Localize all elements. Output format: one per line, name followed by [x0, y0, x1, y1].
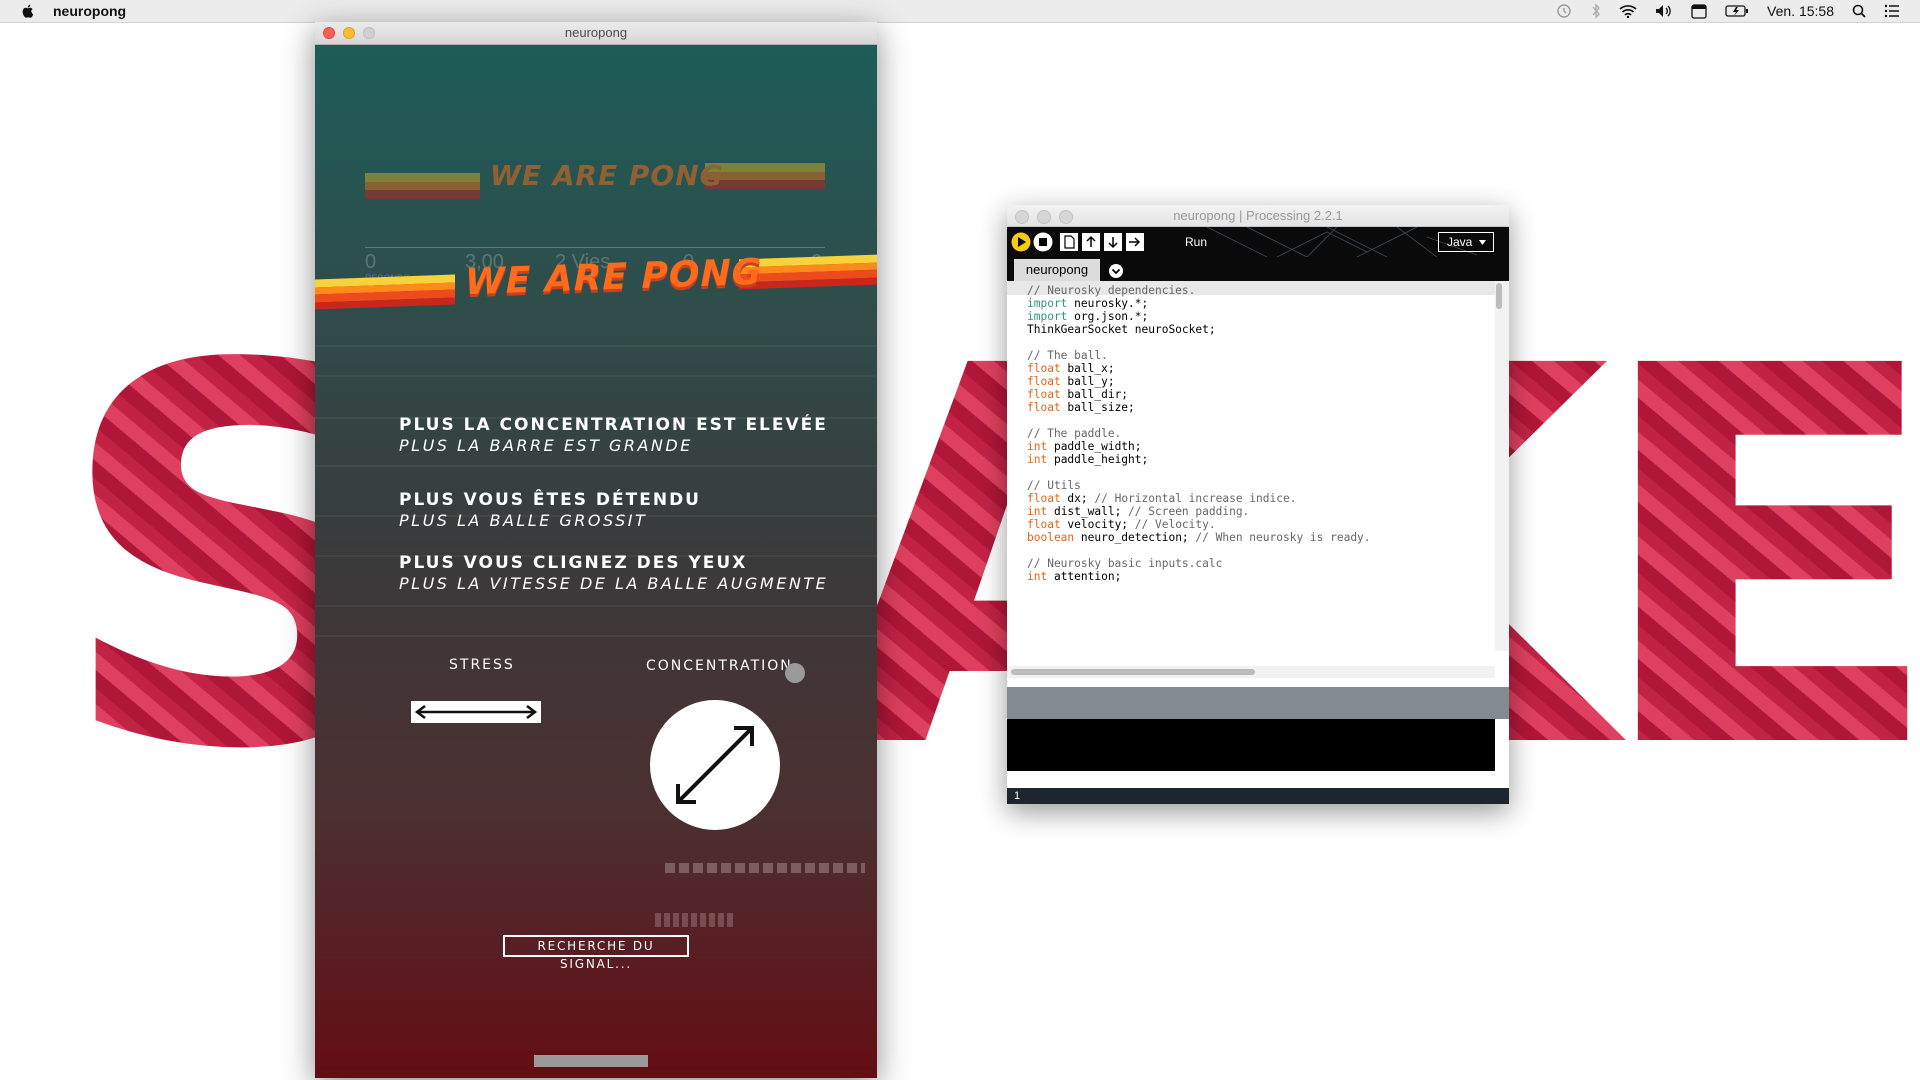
game-logo: WE ARE PONG [315, 251, 877, 315]
time-machine-icon[interactable] [1555, 3, 1573, 19]
code-line[interactable] [1027, 543, 1371, 556]
zoom-button[interactable] [1059, 210, 1073, 224]
ghost-bars-small [655, 913, 735, 927]
mode-selector[interactable]: Java [1438, 232, 1494, 252]
processing-titlebar[interactable]: neuropong | Processing 2.2.1 [1007, 205, 1509, 227]
ghost-bars [665, 863, 865, 873]
mode-selector-value: Java [1447, 235, 1473, 249]
code-line[interactable]: float ball_dir; [1027, 387, 1371, 401]
vertical-scrollbar[interactable] [1496, 283, 1502, 309]
close-button[interactable] [1015, 210, 1029, 224]
code-text[interactable]: // Neurosky dependencies. import neurosky… [1027, 283, 1371, 583]
open-icon[interactable] [1081, 232, 1101, 252]
code-line[interactable]: int paddle_height; [1027, 452, 1371, 466]
rule-3: PLUS VOUS CLIGNEZ DES YEUX PLUS LA VITES… [399, 553, 828, 593]
code-line[interactable]: float velocity; // Velocity. [1027, 517, 1371, 531]
console[interactable] [1007, 719, 1495, 771]
rule-2: PLUS VOUS ÊTES DÉTENDU PLUS LA BALLE GRO… [399, 490, 701, 530]
chevron-down-icon [1111, 268, 1121, 275]
code-editor[interactable]: // Neurosky dependencies. import neurosky… [1007, 281, 1509, 651]
zoom-button[interactable] [363, 27, 375, 39]
code-line[interactable]: // Neurosky dependencies. [1027, 283, 1371, 297]
concentration-gauge [650, 700, 780, 830]
concentration-indicator-dot [785, 663, 805, 683]
stress-gauge [411, 701, 541, 723]
tab-neuropong[interactable]: neuropong [1014, 259, 1100, 281]
dropdown-arrow-icon [1479, 240, 1486, 245]
rule-2-main: PLUS VOUS ÊTES DÉTENDU [399, 490, 701, 510]
code-line[interactable]: // The paddle. [1027, 426, 1371, 440]
wifi-icon[interactable] [1619, 4, 1637, 18]
code-line[interactable]: ThinkGearSocket neuroSocket; [1027, 322, 1371, 336]
processing-toolbar: Run Java [1007, 227, 1509, 257]
console-scrollbar[interactable] [1495, 719, 1509, 771]
minimize-button[interactable] [343, 27, 355, 39]
code-line[interactable]: float ball_x; [1027, 361, 1371, 375]
apple-icon[interactable] [20, 3, 36, 19]
line-status: 1 [1007, 788, 1509, 804]
spotlight-search-icon[interactable] [1852, 4, 1866, 18]
rule-1-sub: PLUS LA BARRE EST GRANDE [399, 436, 693, 455]
code-line[interactable]: float dx; // Horizontal increase indice. [1027, 491, 1371, 505]
code-line[interactable]: // Utils [1027, 478, 1371, 492]
stop-icon[interactable] [1033, 232, 1053, 252]
code-line[interactable]: // The ball. [1027, 348, 1371, 362]
processing-tab-bar: neuropong [1007, 257, 1509, 281]
diagonal-arrow-icon [676, 726, 754, 804]
ghost-logo-text: WE ARE PONG [490, 159, 724, 192]
rule-3-main: PLUS VOUS CLIGNEZ DES YEUX [399, 553, 748, 573]
game-window: neuropong WE ARE PONG 0 REBONDS 3,00 2 V… [315, 22, 877, 1078]
code-line[interactable] [1027, 413, 1371, 426]
game-canvas[interactable]: WE ARE PONG 0 REBONDS 3,00 2 Vies 0 0 WE… [315, 45, 877, 1078]
double-arrow-icon [414, 705, 538, 719]
code-line[interactable]: import org.json.*; [1027, 309, 1371, 323]
code-line[interactable]: // Neurosky basic inputs.calc [1027, 556, 1371, 570]
signal-search-button[interactable]: RECHERCHE DU SIGNAL... [503, 935, 689, 971]
rule-2-sub: PLUS LA BALLE GROSSIT [399, 511, 648, 530]
code-line[interactable]: import neurosky.*; [1027, 296, 1371, 310]
save-icon[interactable] [1103, 232, 1123, 252]
ghost-logo: WE ARE PONG [365, 155, 825, 200]
code-line[interactable]: float ball_y; [1027, 374, 1371, 388]
rule-3-sub: PLUS LA VITESSE DE LA BALLE AUGMENTE [399, 574, 829, 593]
stress-label: STRESS [449, 657, 515, 673]
processing-window: neuropong | Processing 2.2.1 Run Java ne… [1007, 205, 1509, 804]
code-line[interactable]: int attention; [1027, 569, 1371, 583]
code-line[interactable] [1027, 335, 1371, 348]
run-icon[interactable] [1011, 232, 1031, 252]
tab-menu-button[interactable] [1109, 264, 1123, 278]
app-menu-name[interactable]: neuropong [53, 3, 126, 19]
calendar-icon[interactable] [1691, 3, 1707, 19]
menubar-clock[interactable]: Ven. 15:58 [1767, 3, 1834, 19]
game-window-titlebar[interactable]: neuropong [315, 22, 877, 45]
message-area[interactable] [1007, 687, 1509, 719]
concentration-label: CONCENTRATION [646, 658, 793, 674]
battery-charging-icon[interactable] [1725, 4, 1749, 18]
rule-1-main: PLUS LA CONCENTRATION EST ELEVÉE [399, 415, 828, 435]
bluetooth-icon[interactable] [1591, 3, 1601, 19]
game-logo-text: WE ARE PONG [465, 251, 763, 304]
run-label: Run [1185, 235, 1208, 249]
code-line[interactable] [1027, 465, 1371, 478]
code-line[interactable]: float ball_size; [1027, 400, 1371, 414]
notification-center-icon[interactable] [1884, 4, 1900, 18]
new-file-icon[interactable] [1059, 232, 1079, 252]
code-line[interactable]: int paddle_width; [1027, 439, 1371, 453]
processing-window-title: neuropong | Processing 2.2.1 [1173, 208, 1343, 223]
close-button[interactable] [323, 27, 335, 39]
rule-1: PLUS LA CONCENTRATION EST ELEVÉE PLUS LA… [399, 415, 828, 455]
game-window-title: neuropong [564, 25, 628, 40]
menu-bar: neuropong Ven. 15:58 [0, 0, 1920, 23]
code-line[interactable]: int dist_wall; // Screen padding. [1027, 504, 1371, 518]
vertical-scrollbar-track[interactable] [1495, 281, 1509, 651]
ghost-score-divider [365, 247, 825, 248]
horizontal-scrollbar[interactable] [1011, 669, 1255, 675]
volume-icon[interactable] [1655, 4, 1673, 18]
code-line[interactable]: boolean neuro_detection; // When neurosk… [1027, 530, 1371, 544]
export-icon[interactable] [1125, 232, 1145, 252]
paddle [534, 1055, 648, 1067]
minimize-button[interactable] [1037, 210, 1051, 224]
